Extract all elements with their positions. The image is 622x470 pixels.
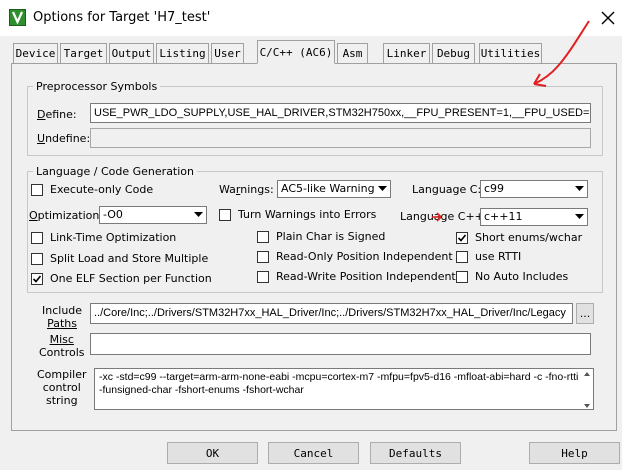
annotation-arrow-stroke [533, 20, 590, 85]
red-annotation [432, 20, 590, 222]
tab-cpp-ac6[interactable]: C/C++ (AC6) [257, 40, 335, 64]
annotation-tick-mark [432, 212, 442, 222]
